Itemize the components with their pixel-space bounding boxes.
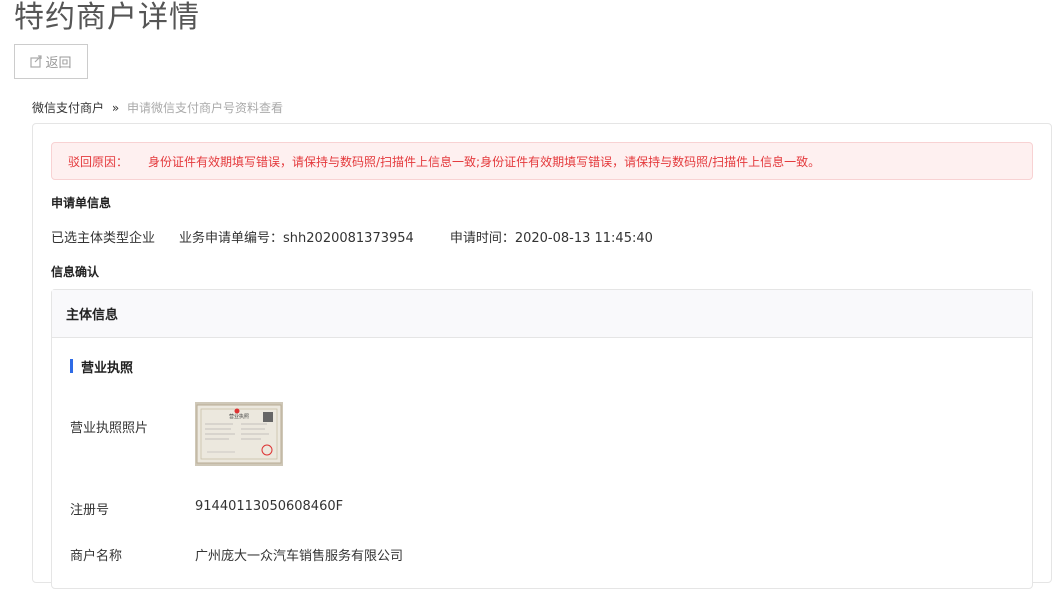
license-image-heading: 营业执照 <box>229 413 249 420</box>
breadcrumb-separator: » <box>111 101 120 115</box>
confirm-section-title: 信息确认 <box>51 265 100 279</box>
business-no-value: shh2020081373954 <box>283 231 414 246</box>
section-accent-bar <box>70 359 73 373</box>
subject-info-header: 主体信息 <box>52 290 1032 338</box>
back-button-label: 返回 <box>45 56 72 71</box>
license-photo-label: 营业执照照片 <box>70 421 149 436</box>
reg-no-label: 注册号 <box>70 503 110 518</box>
page-title: 特约商户详情 <box>14 0 200 35</box>
license-section-title: 营业执照 <box>70 358 134 376</box>
reg-no-value: 91440113050608460F <box>195 499 344 514</box>
apply-time-value: 2020-08-13 11:45:40 <box>514 231 653 246</box>
apply-time-label: 申请时间： <box>449 231 515 246</box>
license-title-text: 营业执照 <box>81 360 134 376</box>
merchant-name-label: 商户名称 <box>70 549 123 564</box>
application-section-title: 申请单信息 <box>51 196 112 210</box>
share-icon <box>30 55 43 68</box>
reject-reason-text: 身份证件有效期填写错误，请保持与数码照/扫描件上信息一致;身份证件有效期填写错误… <box>148 154 821 169</box>
breadcrumb-current: 申请微信支付商户号资料查看 <box>127 101 284 115</box>
back-button[interactable]: 返回 <box>14 44 88 79</box>
business-license-image[interactable]: 营业执照 <box>195 402 283 466</box>
apply-time: 申请时间：2020-08-13 11:45:40 <box>450 227 653 246</box>
subject-type-link[interactable]: 已选主体类型企业 <box>51 227 155 246</box>
business-no: 业务申请单编号：shh2020081373954 <box>179 227 414 246</box>
breadcrumb-parent[interactable]: 微信支付商户 <box>32 101 104 115</box>
business-no-label: 业务申请单编号： <box>179 231 284 246</box>
application-info-row: 已选主体类型企业 业务申请单编号：shh2020081373954 申请时间：2… <box>51 227 689 246</box>
merchant-name-value: 广州庞大一众汽车销售服务有限公司 <box>195 549 404 564</box>
breadcrumb: 微信支付商户 » 申请微信支付商户号资料查看 <box>32 99 283 116</box>
reject-alert: 驳回原因： 身份证件有效期填写错误，请保持与数码照/扫描件上信息一致;身份证件有… <box>51 142 1033 180</box>
reject-reason-label: 驳回原因： <box>68 154 129 169</box>
